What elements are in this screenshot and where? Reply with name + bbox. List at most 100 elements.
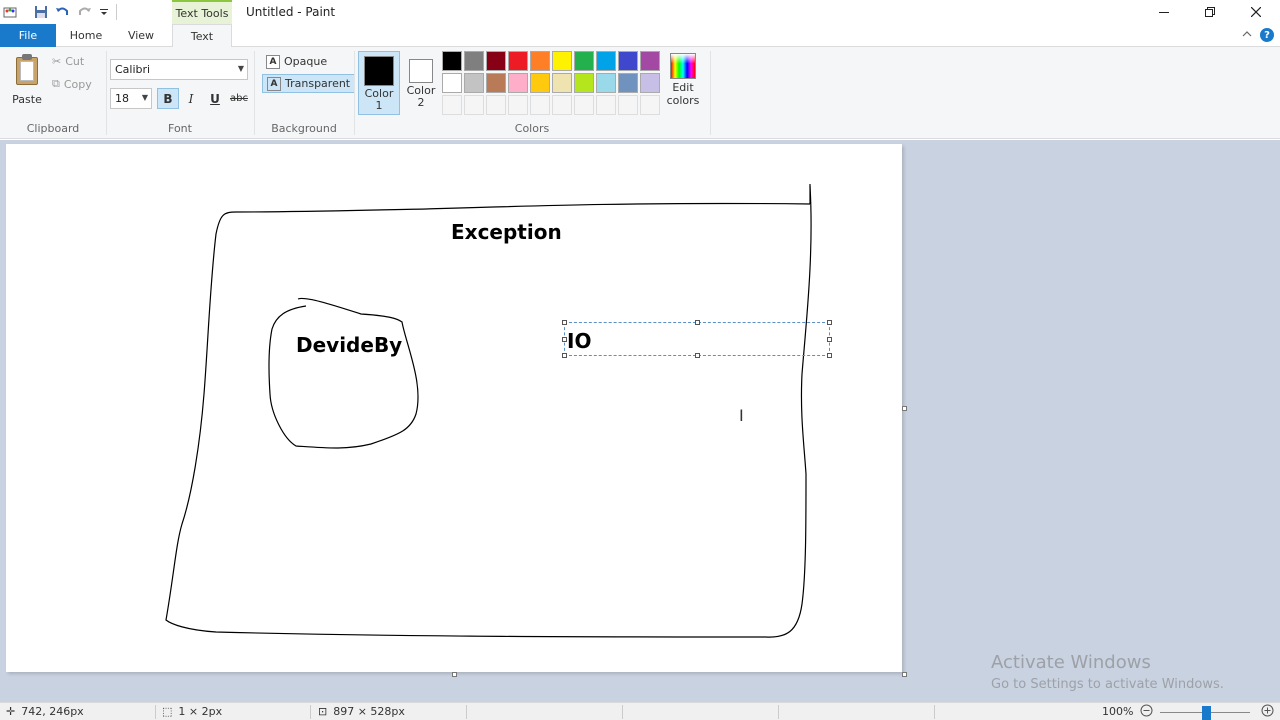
paste-button[interactable]: Paste (6, 51, 48, 111)
color2-swatch (409, 59, 433, 83)
palette-color-swatch[interactable] (618, 73, 638, 93)
color2-number: 2 (417, 96, 425, 109)
palette-empty-swatch[interactable] (486, 95, 506, 115)
restore-button[interactable] (1187, 0, 1233, 24)
palette-color-swatch[interactable] (596, 51, 616, 71)
text-box-handle[interactable] (827, 353, 832, 358)
palette-empty-swatch[interactable] (552, 95, 572, 115)
strikethrough-button[interactable]: abc (228, 88, 250, 109)
save-icon[interactable] (33, 4, 49, 20)
palette-color-swatch[interactable] (640, 51, 660, 71)
palette-color-swatch[interactable] (508, 73, 528, 93)
copy-button[interactable]: ⧉ Copy (52, 77, 92, 91)
redo-icon[interactable] (77, 4, 93, 20)
palette-empty-swatch[interactable] (530, 95, 550, 115)
palette-empty-swatch[interactable] (574, 95, 594, 115)
palette-color-swatch[interactable] (574, 73, 594, 93)
chevron-down-icon: ▼ (237, 64, 244, 73)
opaque-icon: A (266, 54, 280, 69)
text-cursor-icon: I (739, 406, 744, 425)
exception-text: Exception (451, 220, 562, 244)
transparent-icon: A (267, 76, 281, 91)
palette-color-swatch[interactable] (442, 51, 462, 71)
color1-number: 1 (375, 99, 383, 112)
status-separator (622, 705, 623, 719)
palette-empty-swatch[interactable] (442, 95, 462, 115)
palette-color-swatch[interactable] (508, 51, 528, 71)
text-box-handle[interactable] (562, 320, 567, 325)
undo-icon[interactable] (54, 4, 70, 20)
palette-empty-swatch[interactable] (596, 95, 616, 115)
close-button[interactable] (1233, 0, 1279, 24)
font-size-dropdown[interactable]: 18 ▼ (110, 88, 152, 109)
zoom-slider-thumb[interactable] (1202, 706, 1211, 720)
zoom-out-button[interactable] (1140, 704, 1153, 717)
devideby-text: DevideBy (296, 333, 403, 357)
drawing-canvas[interactable]: Exception DevideBy IO I (6, 144, 902, 672)
minimize-ribbon-icon[interactable] (1242, 28, 1252, 41)
font-family-value: Calibri (115, 63, 151, 76)
palette-color-swatch[interactable] (552, 73, 572, 93)
palette-empty-swatch[interactable] (508, 95, 528, 115)
palette-color-swatch[interactable] (552, 51, 572, 71)
workspace: Exception DevideBy IO I Activate Windows… (0, 140, 1280, 702)
palette-color-swatch[interactable] (596, 73, 616, 93)
palette-color-swatch[interactable] (530, 51, 550, 71)
activate-windows-subtitle: Go to Settings to activate Windows. (991, 677, 1224, 692)
edit-colors-button[interactable]: Edit colors (664, 51, 702, 107)
zoom-in-button[interactable] (1261, 704, 1274, 717)
italic-button[interactable]: I (180, 88, 202, 109)
paint-app-icon[interactable] (2, 4, 18, 20)
palette-color-swatch[interactable] (442, 73, 462, 93)
text-box-handle[interactable] (562, 353, 567, 358)
color1-swatch (364, 56, 394, 86)
tab-file[interactable]: File (0, 24, 56, 47)
transparent-option[interactable]: A Transparent (262, 74, 356, 93)
font-family-dropdown[interactable]: Calibri ▼ (110, 59, 248, 80)
text-box-handle[interactable] (827, 320, 832, 325)
palette-empty-swatch[interactable] (640, 95, 660, 115)
text-box-handle[interactable] (827, 337, 832, 342)
palette-color-swatch[interactable] (530, 73, 550, 93)
font-group-label: Font (168, 122, 192, 135)
palette-color-swatch[interactable] (618, 51, 638, 71)
canvas-resize-handle-right[interactable] (902, 406, 907, 411)
status-separator (934, 705, 935, 719)
palette-empty-swatch[interactable] (618, 95, 638, 115)
bold-button[interactable]: B (157, 88, 179, 109)
minimize-button[interactable] (1141, 0, 1187, 24)
color2-selector[interactable]: Color 2 (400, 51, 442, 115)
status-bar: ✛ 742, 246px ⬚ 1 × 2px ⊡ 897 × 528px 100… (0, 702, 1280, 720)
palette-color-swatch[interactable] (486, 51, 506, 71)
opaque-label: Opaque (284, 55, 328, 68)
text-box-handle[interactable] (562, 337, 567, 342)
status-separator (155, 705, 156, 719)
text-box-handle[interactable] (695, 353, 700, 358)
edit-colors-label-2: colors (666, 94, 700, 107)
qat-separator (116, 4, 117, 20)
tab-view[interactable]: View (116, 24, 166, 47)
tab-home[interactable]: Home (60, 24, 112, 47)
palette-color-swatch[interactable] (486, 73, 506, 93)
cut-button[interactable]: ✂ Cut (52, 55, 84, 68)
customize-qat-icon[interactable] (96, 4, 112, 20)
selection-size: ⬚ 1 × 2px (162, 705, 222, 718)
palette-color-swatch[interactable] (640, 73, 660, 93)
palette-color-swatch[interactable] (574, 51, 594, 71)
text-box-handle[interactable] (695, 320, 700, 325)
opaque-option[interactable]: A Opaque (262, 52, 331, 71)
tab-text[interactable]: Text (172, 24, 232, 48)
canvas-resize-handle-bottom[interactable] (452, 672, 457, 677)
palette-empty-swatch[interactable] (464, 95, 484, 115)
underline-button[interactable]: U (204, 88, 226, 109)
text-entry-box[interactable]: IO (562, 320, 832, 358)
clipboard-icon (14, 53, 40, 85)
canvas-resize-handle-corner[interactable] (902, 672, 907, 677)
scissors-icon: ✂ (52, 55, 62, 68)
cursor-position: ✛ 742, 246px (6, 705, 84, 718)
color1-selector[interactable]: Color 1 (358, 51, 400, 115)
palette-color-swatch[interactable] (464, 51, 484, 71)
palette-color-swatch[interactable] (464, 73, 484, 93)
cut-label: Cut (65, 55, 85, 68)
help-icon[interactable]: ? (1260, 28, 1274, 42)
